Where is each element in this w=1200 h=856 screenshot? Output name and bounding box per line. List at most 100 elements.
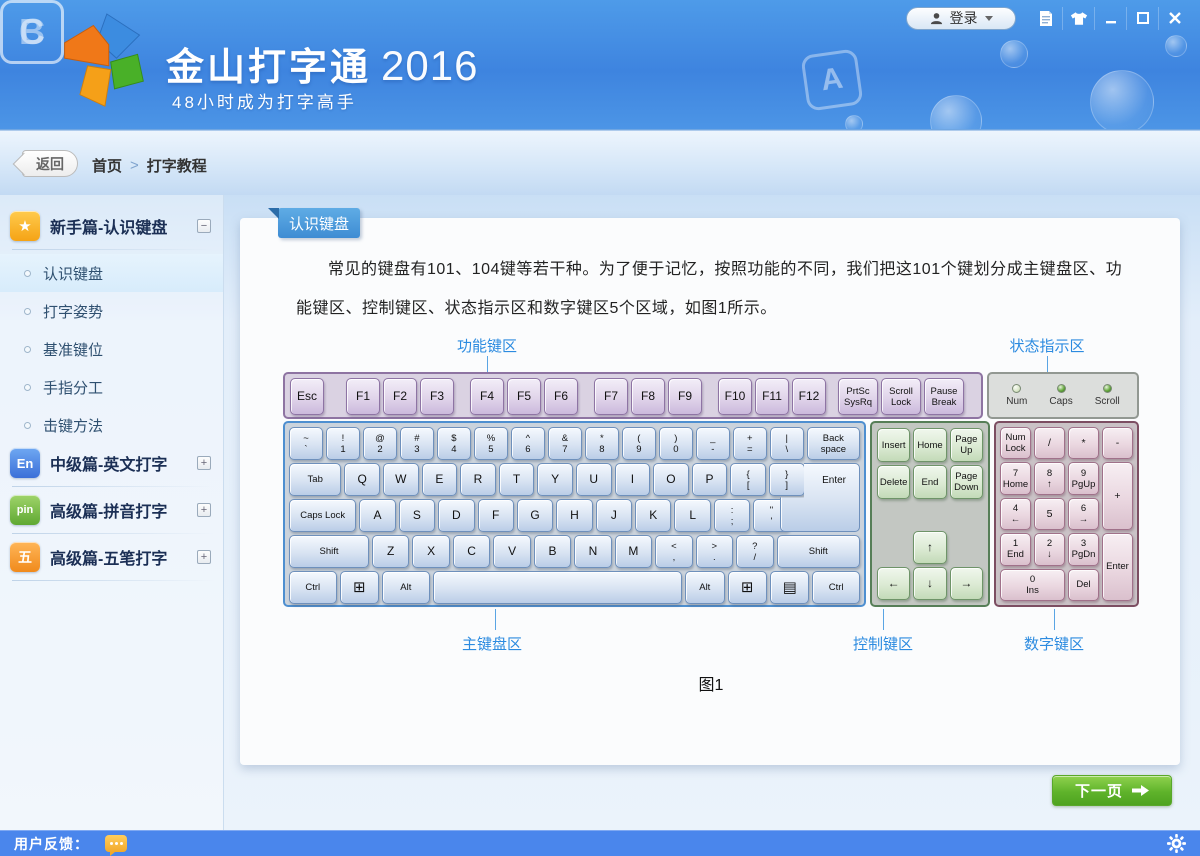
sidebar-item[interactable]: 手指分工 bbox=[0, 368, 223, 406]
sidebar-section-wubi[interactable]: 五高级篇-五笔打字+ bbox=[0, 538, 223, 576]
key-2-↓: 2↓ bbox=[1034, 533, 1065, 565]
key-Delete: Delete bbox=[877, 465, 910, 499]
minimize-button[interactable] bbox=[1094, 7, 1126, 30]
sidebar-item[interactable]: 打字姿势 bbox=[0, 292, 223, 330]
sidebar-item[interactable]: 击键方法 bbox=[0, 406, 223, 444]
back-button[interactable]: 返回 bbox=[22, 150, 78, 177]
key-Alt: Alt bbox=[382, 571, 430, 604]
key-Ctrl: Ctrl bbox=[812, 571, 860, 604]
key-R: R bbox=[460, 463, 496, 496]
key-U: U bbox=[576, 463, 612, 496]
key-F11: F11 bbox=[755, 378, 789, 415]
login-button[interactable]: 登录 bbox=[906, 7, 1016, 30]
label-function-zone: 功能键区 bbox=[457, 335, 517, 356]
shirt-icon bbox=[1070, 11, 1088, 26]
key-Q: Q bbox=[344, 463, 380, 496]
sidebar-section-pinyin[interactable]: pin高级篇-拼音打字+ bbox=[0, 491, 223, 529]
key-S: S bbox=[399, 499, 435, 532]
key-*-8: *8 bbox=[585, 427, 619, 460]
section-toggle-icon[interactable]: + bbox=[197, 550, 211, 564]
keyboard-row: Ctrl⊞AltAlt⊞▤Ctrl bbox=[289, 571, 860, 604]
key-|-\: |\ bbox=[770, 427, 804, 460]
window-topbar: 登录 bbox=[906, 6, 1190, 30]
control-key-panel: InsertHomePageUpDeleteEndPageDown↑←↓→ bbox=[870, 421, 990, 607]
key-F3: F3 bbox=[420, 378, 454, 415]
key-3-PgDn: 3PgDn bbox=[1068, 533, 1099, 565]
section-toggle-icon[interactable]: − bbox=[197, 219, 211, 233]
key-L: L bbox=[674, 499, 710, 532]
key-Enter: Enter bbox=[1102, 533, 1133, 601]
maximize-button[interactable] bbox=[1126, 7, 1158, 30]
settings-gear-button[interactable] bbox=[1167, 834, 1186, 853]
decor-letter-c: C bbox=[0, 0, 64, 64]
skin-button[interactable] bbox=[1062, 7, 1094, 30]
lesson-paragraph: 常见的键盘有101、104键等若干种。为了便于记忆，按照功能的不同，我们把这10… bbox=[240, 218, 1180, 328]
section-toggle-icon[interactable]: + bbox=[197, 503, 211, 517]
key-~-`: ~` bbox=[289, 427, 323, 460]
close-button[interactable] bbox=[1158, 7, 1190, 30]
led-dot-icon bbox=[1012, 384, 1021, 393]
sidebar-item[interactable]: 认识键盘 bbox=[0, 254, 223, 292]
notes-button[interactable] bbox=[1030, 7, 1062, 30]
sidebar-section-english[interactable]: En中级篇-英文打字+ bbox=[0, 444, 223, 482]
breadcrumb-home[interactable]: 首页 bbox=[92, 155, 122, 176]
app-logo-icon bbox=[55, 10, 151, 114]
key--: - bbox=[1102, 427, 1133, 459]
key-F12: F12 bbox=[792, 378, 826, 415]
sidebar-item-label: 击键方法 bbox=[43, 415, 103, 436]
key-←: ← bbox=[877, 567, 910, 600]
sidebar-item-label: 手指分工 bbox=[43, 377, 103, 398]
key-<-,: <, bbox=[655, 535, 692, 568]
key-M: M bbox=[615, 535, 652, 568]
key-^-6: ^6 bbox=[511, 427, 545, 460]
keyboard-row: ~`!1@2#3$4%5^6&7*8(9)0_-+=|\Backspace bbox=[289, 427, 860, 460]
status-led-num: Num bbox=[1006, 384, 1027, 407]
label-numpad-zone: 数字键区 bbox=[1024, 633, 1084, 654]
key-- bbox=[433, 571, 682, 604]
section-toggle-icon[interactable]: + bbox=[197, 456, 211, 470]
key-Esc: Esc bbox=[290, 378, 324, 415]
section-icon-pinyin: pin bbox=[10, 495, 40, 525]
key-1-End: 1End bbox=[1000, 533, 1031, 565]
sidebar-item[interactable]: 基准键位 bbox=[0, 330, 223, 368]
key-C: C bbox=[453, 535, 490, 568]
figure-caption: 图1 bbox=[283, 671, 1139, 695]
section-label: 新手篇-认识键盘 bbox=[50, 214, 197, 238]
status-led-caps: Caps bbox=[1049, 384, 1072, 407]
key-?-/: ?/ bbox=[736, 535, 773, 568]
key-)-0: )0 bbox=[659, 427, 693, 460]
sidebar-section-beginner[interactable]: ★ 新手篇-认识键盘− bbox=[0, 207, 223, 245]
next-page-button[interactable]: 下一页 bbox=[1052, 775, 1172, 806]
key-End: End bbox=[913, 465, 946, 499]
section-icon-english: En bbox=[10, 448, 40, 478]
key-Ctrl: Ctrl bbox=[289, 571, 337, 604]
connector-line bbox=[1054, 609, 1055, 630]
led-label: Scroll bbox=[1095, 396, 1120, 407]
sidebar-item-label: 打字姿势 bbox=[43, 301, 103, 322]
section-tab: 认识键盘 bbox=[278, 208, 360, 238]
footer-bar: 用户反馈： bbox=[0, 830, 1200, 856]
key-PrtSc-SysRq: PrtScSysRq bbox=[838, 378, 878, 415]
section-icon-wubi: 五 bbox=[10, 542, 40, 572]
chevron-down-icon bbox=[985, 16, 993, 21]
main-keyboard-panel: ~`!1@2#3$4%5^6&7*8(9)0_-+=|\BackspaceTab… bbox=[283, 421, 866, 607]
function-key-row: EscF1F2F3F4F5F6F7F8F9F10F11F12PrtScSysRq… bbox=[285, 374, 981, 415]
app-title: 金山打字通2016 bbox=[166, 36, 478, 91]
key-V: V bbox=[493, 535, 530, 568]
divider bbox=[12, 580, 215, 581]
key-F7: F7 bbox=[594, 378, 628, 415]
key->-.: >. bbox=[696, 535, 733, 568]
feedback-label: 用户反馈： bbox=[14, 834, 89, 854]
app-slogan: 48小时成为打字高手 bbox=[172, 88, 357, 113]
keyboard-row: TabQWERTYUIOP{[}] bbox=[289, 463, 860, 496]
bubble-decor bbox=[845, 115, 863, 130]
section-icon-beginner: ★ bbox=[10, 211, 40, 241]
connector-line bbox=[883, 609, 884, 630]
feedback-bubble-icon[interactable] bbox=[105, 835, 127, 852]
numpad-panel: NumLock/*-7Home8↑9PgUp+4←56→1End2↓3PgDnE… bbox=[994, 421, 1139, 607]
led-label: Num bbox=[1006, 396, 1027, 407]
section-label: 高级篇-五笔打字 bbox=[50, 545, 197, 569]
key-Shift: Shift bbox=[777, 535, 861, 568]
arrow-right-icon bbox=[1132, 784, 1149, 797]
key-Insert: Insert bbox=[877, 428, 910, 462]
